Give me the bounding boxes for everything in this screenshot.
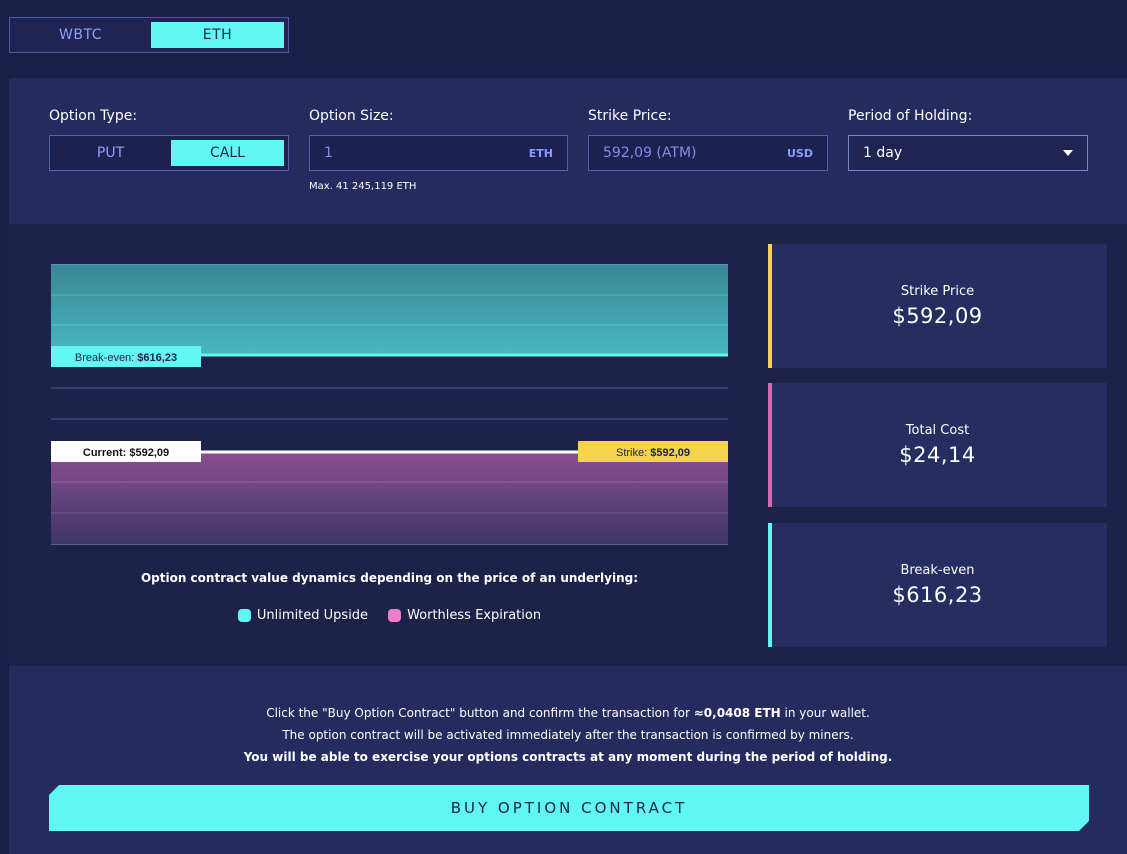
chart-caption: Option contract value dynamics depending…	[140, 571, 639, 585]
stat-label: Total Cost	[905, 423, 970, 438]
asset-eth-button[interactable]: ETH	[151, 22, 284, 48]
chart-legend: Unlimited Upside Worthless Expiration	[51, 608, 728, 623]
worthless-area	[51, 452, 728, 545]
period-label: Period of Holding:	[848, 108, 973, 124]
payoff-chart: Break-even: $616,23 Current: $592,09 Str…	[51, 264, 728, 545]
strike-price-label: Strike Price:	[588, 108, 672, 124]
legend-item-worthless: Worthless Expiration	[388, 608, 541, 623]
svg-text:Current: $592,09: Current: $592,09	[83, 447, 169, 459]
option-size-label: Option Size:	[309, 108, 394, 124]
svg-text:Break-even: $616,23: Break-even: $616,23	[75, 352, 177, 364]
info-line-1: Click the "Buy Option Contract" button a…	[266, 706, 870, 720]
payoff-section: Break-even: $616,23 Current: $592,09 Str…	[9, 224, 1127, 666]
option-size-input[interactable]: 1 ETH	[309, 135, 568, 171]
upside-swatch-icon	[237, 609, 251, 622]
option-size-value: 1	[324, 145, 333, 161]
option-type-toggle: PUT CALL	[49, 135, 289, 171]
purchase-info: Click the "Buy Option Contract" button a…	[9, 702, 1127, 768]
stat-value: $24,14	[899, 443, 976, 467]
period-select[interactable]: 1 day	[848, 135, 1088, 171]
purchase-panel: Click the "Buy Option Contract" button a…	[9, 666, 1127, 854]
current-price-tag: Current: $592,09	[51, 441, 201, 462]
upside-area	[51, 264, 728, 356]
accent-bar	[768, 383, 772, 507]
legend-label: Worthless Expiration	[407, 608, 542, 623]
option-type-field: Option Type: PUT CALL	[49, 108, 289, 171]
info-line-3: You will be able to exercise your option…	[243, 750, 893, 764]
info-line-2: The option contract will be activated im…	[282, 728, 854, 742]
worthless-swatch-icon	[388, 609, 402, 622]
buy-option-contract-button[interactable]: BUY OPTION CONTRACT	[49, 785, 1089, 831]
period-field: Period of Holding: 1 day	[848, 108, 1088, 171]
stat-value: $616,23	[892, 583, 983, 607]
asset-wbtc-button[interactable]: WBTC	[14, 22, 147, 48]
accent-bar	[768, 244, 772, 368]
stat-card-total-cost: Total Cost $24,14	[768, 383, 1107, 507]
strike-price-field: Strike Price: 592,09 (ATM) USD	[588, 108, 828, 171]
stat-value: $592,09	[892, 304, 983, 328]
accent-bar	[768, 523, 772, 647]
option-form-panel: Option Type: PUT CALL Option Size: 1 ETH…	[9, 78, 1127, 224]
break-even-tag: Break-even: $616,23	[51, 346, 201, 367]
stat-label: Break-even	[900, 563, 975, 578]
strike-price-tag: Strike: $592,09	[578, 441, 728, 462]
option-size-unit: ETH	[528, 146, 553, 160]
period-value: 1 day	[863, 145, 903, 161]
legend-label: Unlimited Upside	[256, 608, 369, 623]
stat-label: Strike Price	[900, 284, 975, 299]
option-size-field: Option Size: 1 ETH Max. 41 245,119 ETH	[309, 108, 568, 192]
asset-toggle: WBTC ETH	[9, 17, 289, 53]
option-size-max-hint: Max. 41 245,119 ETH	[309, 181, 417, 192]
put-button[interactable]: PUT	[54, 140, 167, 166]
svg-text:Strike: $592,09: Strike: $592,09	[616, 447, 690, 459]
strike-price-unit: USD	[787, 146, 813, 160]
stat-card-strike-price: Strike Price $592,09	[768, 244, 1107, 368]
call-button[interactable]: CALL	[171, 140, 284, 166]
legend-item-upside: Unlimited Upside	[237, 608, 369, 623]
stat-card-break-even: Break-even $616,23	[768, 523, 1107, 647]
chevron-down-icon	[1063, 150, 1073, 156]
strike-price-value: 592,09 (ATM)	[603, 145, 697, 161]
option-type-label: Option Type:	[49, 108, 138, 124]
strike-price-input[interactable]: 592,09 (ATM) USD	[588, 135, 828, 171]
